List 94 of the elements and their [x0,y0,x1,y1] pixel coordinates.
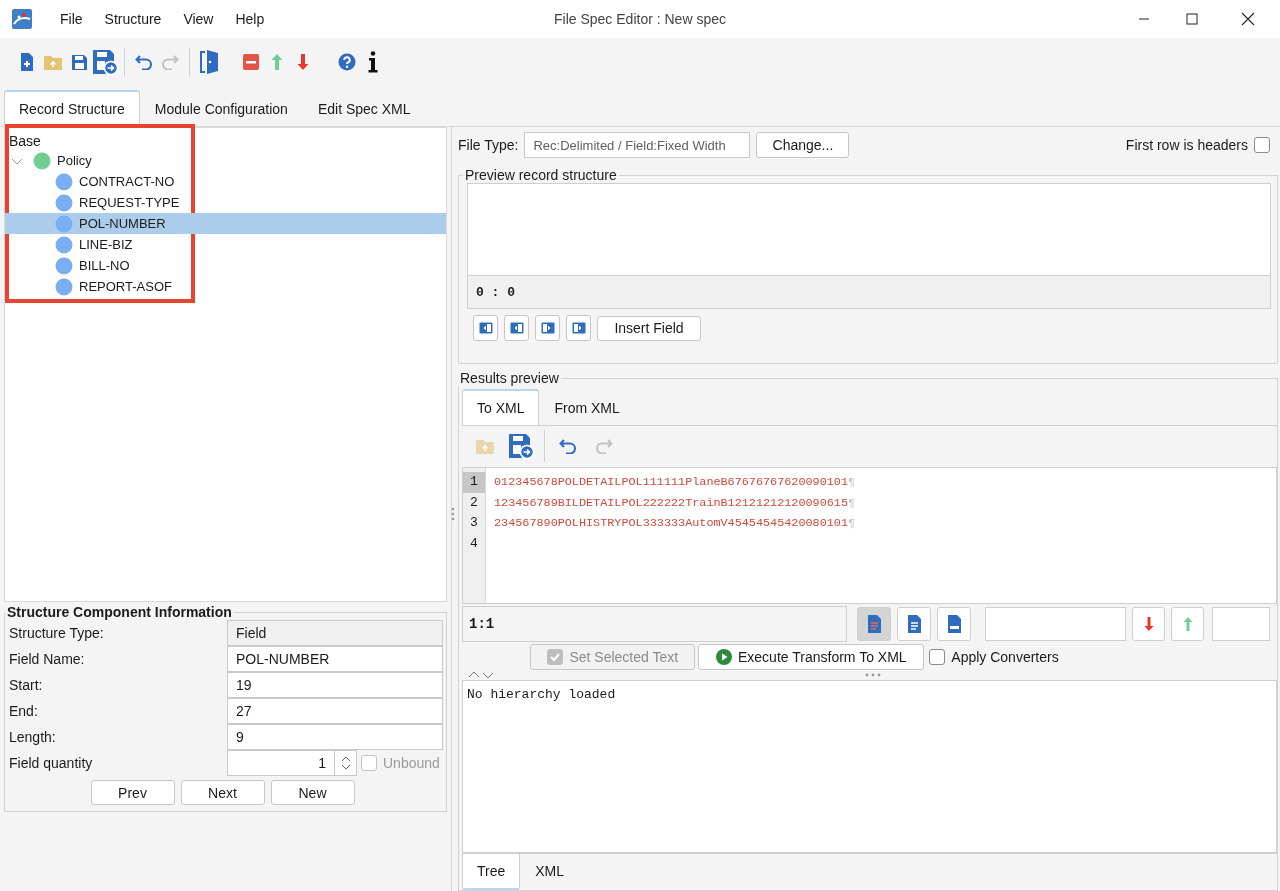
menu-item[interactable]: File [50,4,93,34]
tab[interactable]: From XML [539,389,635,425]
insert-field-button[interactable]: Insert Field [597,315,701,341]
up-arrow-icon [1182,617,1193,631]
tree-item[interactable]: CONTRACT-NO [5,171,446,192]
field-label: Field Name: [9,651,86,667]
play-icon [716,648,732,665]
line-number: 2 [469,493,479,512]
line-end-mark: ¶ [847,494,856,512]
output-text: No hierarchy loaded [467,687,616,702]
maximize-icon[interactable] [1186,13,1198,25]
line-number: 4 [469,534,479,553]
line-number: 3 [469,514,479,532]
execute-button[interactable]: Execute Transform To XML [698,643,925,670]
change-button[interactable]: Change... [756,132,850,158]
icon-button[interactable] [535,315,560,341]
icon-button[interactable] [473,315,498,341]
input-field[interactable]: 19 [227,672,443,698]
tab[interactable]: Module Configuration [139,90,303,126]
checkbox[interactable] [929,648,946,665]
icon-button[interactable] [566,315,591,341]
field-label: Start: [9,677,44,693]
icon-button[interactable] [504,315,529,341]
nav-button[interactable]: New [270,780,355,805]
menu-item[interactable]: View [173,4,224,34]
cursor-position: 1:1 [462,606,847,642]
document-lines-icon [905,614,923,634]
search-field[interactable] [985,607,1126,641]
code-line: 012345678POLDETAILPOL111111PlaneB67676767620090101 [494,474,848,491]
tree-item[interactable]: REQUEST-TYPE [5,192,446,213]
read-only-field: Field [227,620,443,646]
menu-item[interactable]: Structure [94,4,172,34]
tree-item[interactable]: BILL-NO [5,255,446,276]
window-title: File Spec Editor : New spec [554,11,726,27]
view-toggle-button[interactable] [897,607,931,641]
down-arrow-icon [1143,617,1154,631]
spinner-field[interactable]: 1 [227,750,357,776]
code-line: 123456789BILDETAILPOL222222TrainB12121212120090615 [494,494,848,512]
checkbox-label: Apply Converters [951,648,1059,665]
line-number: 1 [463,472,485,493]
field-label: Structure Type: [9,625,105,641]
checkbox-label: First row is headers [1125,137,1248,153]
icon-button[interactable] [1132,607,1165,641]
field-label: End: [9,703,39,719]
tree-item[interactable]: Policy [5,150,446,171]
tree-item[interactable]: LINE-BIZ [5,234,446,255]
checkbox-label: Unbound [383,755,440,771]
tab[interactable]: To XML [462,389,540,425]
tree-root-label: Base [8,132,42,150]
drag-handle-icon[interactable] [864,673,881,677]
spinner-arrows-icon[interactable] [340,756,351,770]
close-icon[interactable] [1241,12,1255,26]
input-field[interactable] [1212,607,1270,641]
nav-button[interactable]: Prev [90,780,175,805]
undo-icon[interactable] [559,438,577,454]
drag-handle-icon[interactable] [451,507,455,521]
app-logo-icon [12,9,32,29]
nav-button[interactable]: Next [180,780,265,805]
floppy-disk-arrow-icon[interactable] [508,433,534,459]
document-lines-icon [865,614,883,634]
info-icon[interactable] [367,51,379,73]
door-icon[interactable] [199,49,219,75]
floppy-disk-arrow-icon[interactable] [92,49,118,75]
checkbox[interactable] [1254,137,1270,153]
tab[interactable]: Tree [462,854,521,890]
tab[interactable]: XML [520,854,580,890]
line-end-mark: ¶ [847,515,856,532]
view-toggle-button[interactable] [937,607,971,641]
field-label: Field quantity [9,755,94,771]
tree-item[interactable]: REPORT-ASOF [5,276,446,297]
section-title: Preview record structure [464,167,618,183]
tab[interactable]: Edit Spec XML [302,90,426,126]
input-field[interactable]: 27 [227,698,443,724]
field-label: File Type: [458,137,519,153]
web-document-icon [945,614,963,634]
tab[interactable]: Record Structure [4,90,140,126]
read-only-field: Rec:Delimited / Field:Fixed Width [524,132,751,158]
section-title: Structure Component Information [6,604,233,620]
field-label: Length: [9,729,57,745]
undo-icon[interactable] [135,54,153,70]
down-arrow-icon[interactable] [297,54,309,70]
input-field[interactable]: POL-NUMBER [227,646,443,672]
document-plus-icon[interactable] [19,52,35,72]
tree-item[interactable]: POL-NUMBER [5,213,446,234]
menu-item[interactable]: Help [225,4,275,34]
help-icon[interactable] [338,53,356,71]
code-line: 234567890POLHISTRYPOL333333AutomV45454545420080101 [494,515,848,532]
minus-square-icon[interactable] [243,54,259,70]
position-readout: 0 : 0 [467,275,1271,309]
input-field[interactable]: 9 [227,724,443,750]
view-toggle-button[interactable] [857,607,891,641]
section-title: Results preview [459,370,560,386]
collapse-arrows-icon[interactable] [468,671,494,679]
line-end-mark: ¶ [847,474,856,491]
